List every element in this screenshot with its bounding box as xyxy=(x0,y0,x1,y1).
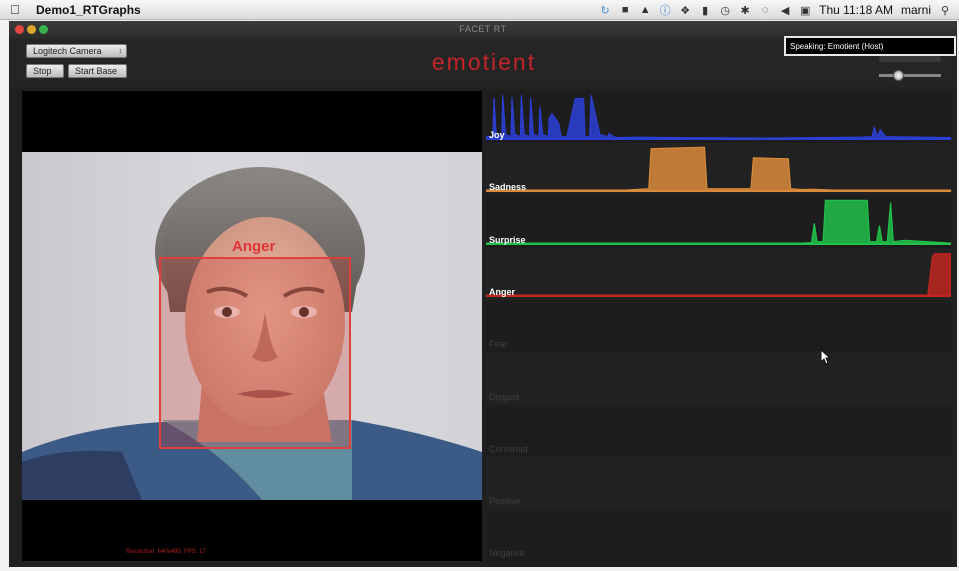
series-area-surprise xyxy=(486,199,951,245)
battery-icon[interactable]: ▣ xyxy=(799,4,811,17)
face-emotion-label: Anger xyxy=(232,238,276,255)
series-label-negative: Negative xyxy=(489,548,525,559)
clock[interactable]: Thu 11:18 AM xyxy=(819,3,893,17)
emotion-lane-positive: Positive xyxy=(486,457,951,510)
volume-slider-knob[interactable] xyxy=(893,70,904,81)
camera-select-value: Logitech Camera xyxy=(33,46,102,56)
speaking-indicator: Speaking: Emotient (Host) xyxy=(784,36,956,56)
emotion-lane-contempt: Contempt xyxy=(486,404,951,457)
bluetooth-icon[interactable]: ✱ xyxy=(739,4,751,17)
menu-bar:  Demo1_RTGraphs ↻ ■ ▲ ⓘ ❖ ▮ ◷ ✱ ◌ ◀ ▣ T… xyxy=(0,0,959,20)
battery-box-icon[interactable]: ▮ xyxy=(699,4,711,17)
series-plot-anger xyxy=(486,252,951,297)
start-base-button-label: Start Base xyxy=(75,66,118,76)
volume-icon[interactable]: ◀ xyxy=(779,4,791,17)
start-base-button[interactable]: Start Base xyxy=(68,64,127,78)
brand-logo: emotient xyxy=(431,49,537,75)
emotion-lane-surprise: Surprise xyxy=(486,195,951,248)
stop-button-label: Stop xyxy=(33,66,52,76)
toolbar: Logitech Camera ↕ Stop Start Base emotie… xyxy=(9,36,957,87)
emotion-lane-anger: Anger xyxy=(486,247,951,300)
series-label-anger: Anger xyxy=(489,286,516,297)
series-label-positive: Positive xyxy=(489,496,521,507)
series-area-sadness xyxy=(486,146,951,192)
apple-icon[interactable]:  xyxy=(10,2,28,17)
series-area-joy xyxy=(486,95,951,140)
series-label-joy: Joy xyxy=(489,130,505,140)
resolution-readout: Resolution: 640x480, FPS: 17 xyxy=(126,549,206,555)
emotion-lane-fear: Fear xyxy=(486,300,951,353)
spotlight-icon[interactable]: ⚲ xyxy=(939,4,951,17)
series-plot-sadness xyxy=(486,146,951,193)
webcam-image xyxy=(22,167,482,500)
mouse-cursor-icon xyxy=(820,349,832,365)
volume-slider-track[interactable] xyxy=(879,74,941,77)
emotion-graphs-panel: Joy Sadness Surprise Anger Fear Disgust Contem… xyxy=(486,91,951,562)
emotion-lane-sadness: Sadness xyxy=(486,143,951,196)
camera-feed: Anger xyxy=(22,152,482,500)
volume-track-upper xyxy=(879,56,941,62)
emotion-lane-disgust: Disgust xyxy=(486,352,951,405)
camera-select[interactable]: Logitech Camera ↕ xyxy=(26,44,127,58)
series-plot-joy xyxy=(486,95,951,140)
emotion-lane-negative: Negative xyxy=(486,509,951,562)
window-title: FACET RT xyxy=(459,24,507,34)
series-label-fear: Fear xyxy=(489,339,508,350)
wifi-icon[interactable]: ◌ xyxy=(759,4,771,16)
time-machine-icon[interactable]: ◷ xyxy=(719,4,731,17)
sync-icon[interactable]: ↻ xyxy=(599,4,611,17)
series-plot-surprise xyxy=(486,199,951,245)
stop-button[interactable]: Stop xyxy=(26,64,64,78)
video-panel: Anger Resolution: 640x480, FPS: 17 xyxy=(22,91,482,561)
series-label-contempt: Contempt xyxy=(489,443,529,454)
series-label-disgust: Disgust xyxy=(489,391,520,402)
user-name[interactable]: marni xyxy=(901,3,931,17)
series-label-sadness: Sadness xyxy=(489,182,527,193)
series-label-surprise: Surprise xyxy=(489,234,526,245)
emotion-lane-joy: Joy xyxy=(486,91,951,143)
select-arrows-icon: ↕ xyxy=(118,47,123,55)
app-name-menu[interactable]: Demo1_RTGraphs xyxy=(36,3,141,17)
info-icon[interactable]: ⓘ xyxy=(659,2,671,18)
app-window: FACET RT Logitech Camera ↕ Stop Start Ba… xyxy=(9,21,957,567)
series-area-anger xyxy=(486,252,951,297)
dropbox-icon[interactable]: ❖ xyxy=(679,4,691,17)
chart-icon[interactable]: ▲ xyxy=(639,4,651,16)
status-area: ↻ ■ ▲ ⓘ ❖ ▮ ◷ ✱ ◌ ◀ ▣ Thu 11:18 AM marni… xyxy=(599,0,951,20)
app-icon[interactable]: ■ xyxy=(619,4,631,16)
